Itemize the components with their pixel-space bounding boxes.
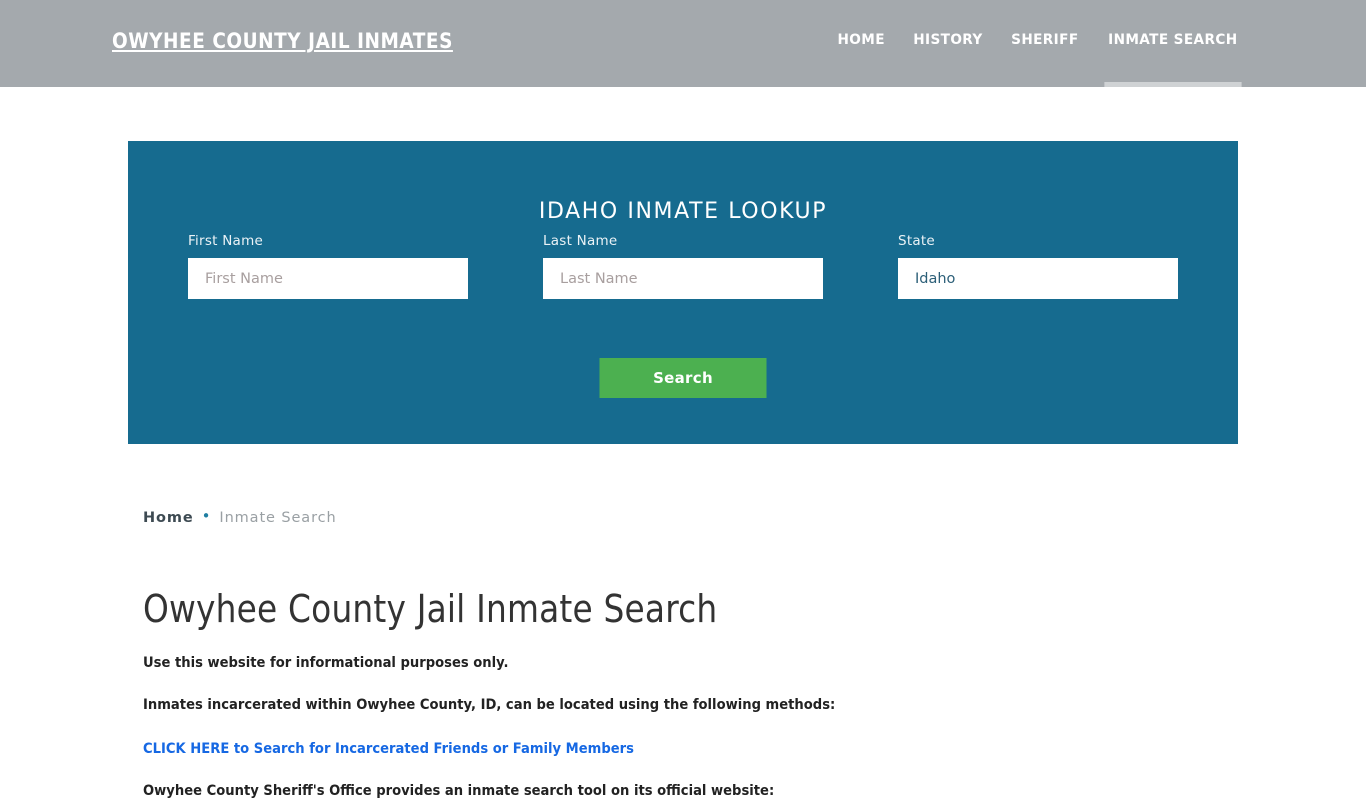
site-header: OWYHEE COUNTY JAIL INMATES HOME HISTORY …: [0, 0, 1366, 87]
last-name-input[interactable]: [543, 258, 823, 299]
breadcrumb: Home • Inmate Search: [143, 505, 1243, 529]
intro-paragraph: Use this website for informational purpo…: [143, 654, 509, 671]
search-button[interactable]: Search: [599, 358, 767, 398]
page-title: Owyhee County Jail Inmate Search: [143, 587, 718, 631]
state-field-group: State Idaho: [898, 233, 1178, 299]
lookup-panel-title: IDAHO INMATE LOOKUP: [538, 199, 828, 225]
nav-item-home[interactable]: HOME: [827, 0, 897, 87]
breadcrumb-home-link[interactable]: Home: [143, 510, 194, 526]
first-name-input[interactable]: [188, 258, 468, 299]
last-name-label: Last Name: [543, 233, 618, 249]
nav-item-sheriff[interactable]: SHERIFF: [1000, 0, 1090, 87]
sheriff-office-paragraph: Owyhee County Sheriff's Office provides …: [143, 782, 775, 799]
first-name-field-group: First Name: [188, 233, 468, 299]
inmate-lookup-panel: IDAHO INMATE LOOKUP First Name Last Name…: [128, 141, 1238, 444]
state-label: State: [898, 233, 935, 249]
first-name-label: First Name: [188, 233, 264, 249]
state-select[interactable]: Idaho: [898, 258, 1178, 299]
main-navigation: HOME HISTORY SHERIFF INMATE SEARCH: [824, 0, 1254, 87]
nav-item-inmate-search[interactable]: INMATE SEARCH: [1097, 0, 1249, 87]
last-name-field-group: Last Name: [543, 233, 823, 299]
breadcrumb-current: Inmate Search: [219, 510, 337, 526]
site-title[interactable]: OWYHEE COUNTY JAIL INMATES: [112, 29, 453, 53]
inmate-search-link[interactable]: CLICK HERE to Search for Incarcerated Fr…: [143, 738, 1133, 759]
lookup-fields-row: First Name Last Name State Idaho: [128, 233, 1238, 313]
page-content: Home • Inmate Search Owyhee County Jail In…: [143, 505, 1243, 801]
nav-item-history[interactable]: HISTORY: [902, 0, 994, 87]
breadcrumb-separator-icon: •: [201, 507, 212, 525]
methods-paragraph: Inmates incarcerated within Owyhee Count…: [143, 696, 836, 713]
